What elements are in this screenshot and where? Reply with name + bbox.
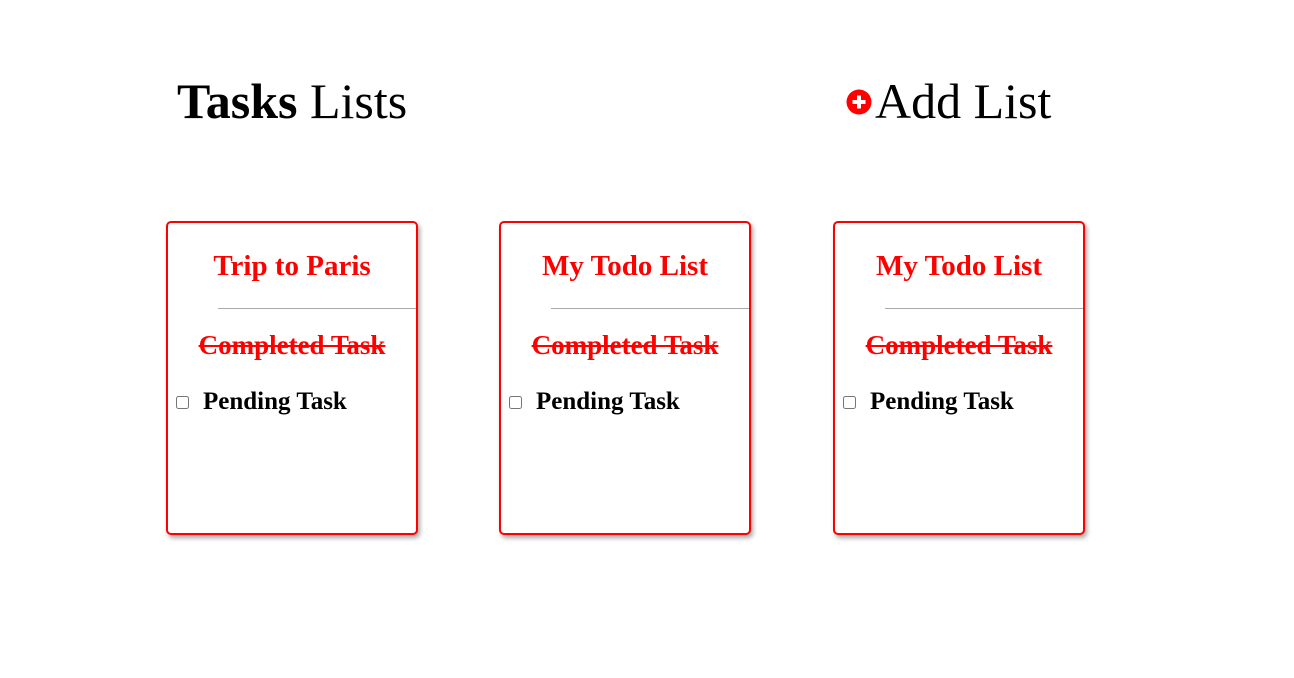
completed-task: Completed Task	[198, 330, 386, 360]
pending-task-checkbox[interactable]	[509, 395, 522, 409]
page-title: Tasks Lists	[177, 72, 407, 130]
completed-task: Completed Task	[865, 330, 1053, 360]
add-list-button[interactable]: Add List	[846, 72, 1051, 130]
list-divider	[218, 308, 416, 309]
list-title: Trip to Paris	[213, 250, 371, 282]
list-card: My Todo List Completed Task Pending Task	[499, 221, 751, 535]
list-divider	[885, 308, 1083, 309]
list-title: My Todo List	[876, 250, 1042, 282]
list-divider	[551, 308, 749, 309]
pending-task-item[interactable]: Pending Task	[843, 387, 1014, 417]
pending-task-item[interactable]: Pending Task	[509, 387, 680, 417]
pending-task-checkbox[interactable]	[843, 395, 856, 409]
pending-task-checkbox[interactable]	[176, 395, 189, 409]
pending-task-label[interactable]: Pending Task	[536, 387, 680, 417]
page-title-bold: Tasks	[177, 73, 298, 129]
list-card: My Todo List Completed Task Pending Task	[833, 221, 1085, 535]
pending-task-item[interactable]: Pending Task	[176, 387, 347, 417]
plus-circle-icon[interactable]	[846, 89, 872, 115]
page-title-rest: Lists	[309, 73, 408, 129]
add-list-label[interactable]: Add List	[875, 72, 1051, 130]
list-card: Trip to Paris Completed Task Pending Tas…	[166, 221, 418, 535]
pending-task-label[interactable]: Pending Task	[203, 387, 347, 417]
pending-task-label[interactable]: Pending Task	[870, 387, 1014, 417]
page: Tasks Lists Add List Trip to Paris Compl…	[0, 0, 1294, 678]
list-title: My Todo List	[542, 250, 708, 282]
completed-task: Completed Task	[531, 330, 719, 360]
